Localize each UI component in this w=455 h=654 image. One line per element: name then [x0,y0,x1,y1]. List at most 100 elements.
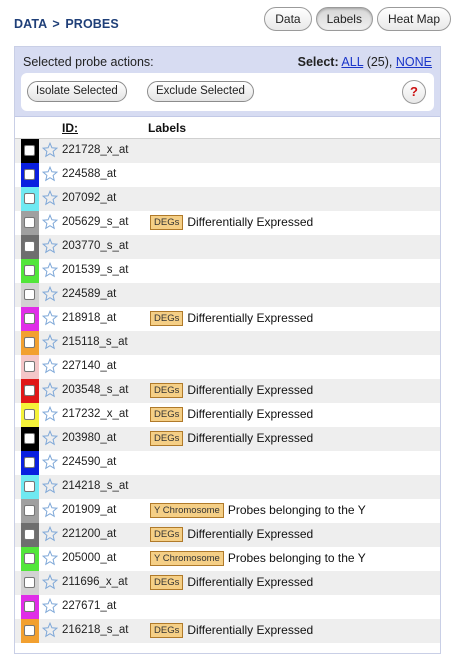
star-outline-icon[interactable] [41,501,59,518]
table-row[interactable]: 214218_s_at [15,475,440,499]
row-checkbox[interactable] [24,289,35,300]
row-checkbox[interactable] [24,265,35,276]
row-checkbox[interactable] [24,193,35,204]
table-row[interactable]: 207092_at [15,187,440,211]
row-checkbox[interactable] [24,337,35,348]
label-tag[interactable]: DEGs [150,311,184,326]
exclude-selected-button[interactable]: Exclude Selected [147,81,254,102]
label-tag[interactable]: DEGs [150,527,184,542]
table-row[interactable]: 224589_at [15,283,440,307]
row-checkbox[interactable] [24,577,35,588]
tab-labels[interactable]: Labels [315,7,373,31]
table-row[interactable]: 221728_x_at [15,139,440,163]
table-row[interactable]: 205000_at Y Chromosome Probes belonging to… [15,547,440,571]
breadcrumb-section[interactable]: DATA [14,17,47,31]
star-outline-icon[interactable] [41,477,59,494]
label-tag[interactable]: DEGs [150,215,184,230]
breadcrumb-separator: > [52,17,60,31]
label-description: Differentially Expressed [187,431,314,445]
star-outline-icon[interactable] [41,285,59,302]
row-checkbox[interactable] [24,457,35,468]
row-checkbox[interactable] [24,145,35,156]
star-outline-icon[interactable] [41,573,59,590]
row-checkbox[interactable] [24,553,35,564]
star-outline-icon[interactable] [41,429,59,446]
row-checkbox[interactable] [24,601,35,612]
tab-heat-map[interactable]: Heat Map [376,7,451,31]
table-row[interactable]: 218918_at DEGs Differentially Expressed [15,307,440,331]
tab-data[interactable]: Data [264,7,312,31]
label-tag[interactable]: DEGs [150,575,184,590]
table-row[interactable]: 227671_at [15,595,440,619]
table-row[interactable]: 224588_at [15,163,440,187]
table-row[interactable]: 217232_x_at DEGs Differentially Expressed [15,403,440,427]
row-checkbox[interactable] [24,505,35,516]
star-outline-icon[interactable] [41,405,59,422]
label-tag[interactable]: DEGs [150,407,184,422]
star-outline-icon[interactable] [41,189,59,206]
label-tag[interactable]: Y Chromosome [150,551,224,566]
star-outline-icon[interactable] [41,525,59,542]
table-row[interactable]: 203548_s_at DEGs Differentially Expressed [15,379,440,403]
help-icon[interactable]: ? [402,80,426,104]
row-checkbox[interactable] [24,385,35,396]
table-row[interactable]: 216218_s_at DEGs Differentially Expressed [15,619,440,643]
table-row[interactable]: 203980_at DEGs Differentially Expressed [15,427,440,451]
probe-labels: DEGs Differentially Expressed [150,527,313,542]
table-row[interactable]: 224590_at [15,451,440,475]
star-outline-icon[interactable] [41,621,59,638]
probe-id: 217232_x_at [62,408,129,420]
probe-labels: Y Chromosome Probes belonging to the Y [150,503,366,518]
column-header-id[interactable]: ID: [62,121,78,135]
probe-id: 224589_at [62,288,117,300]
table-row[interactable]: 201909_at Y Chromosome Probes belonging to… [15,499,440,523]
star-outline-icon[interactable] [41,309,59,326]
select-none-link[interactable]: NONE [396,55,432,69]
row-checkbox[interactable] [24,625,35,636]
table-row[interactable]: 227140_at [15,355,440,379]
probe-labels: DEGs Differentially Expressed [150,407,313,422]
row-checkbox[interactable] [24,529,35,540]
table-row[interactable]: 201539_s_at [15,259,440,283]
star-outline-icon[interactable] [41,333,59,350]
star-outline-icon[interactable] [41,453,59,470]
star-outline-icon[interactable] [41,141,59,158]
probe-id: 203548_s_at [62,384,129,396]
star-outline-icon[interactable] [41,213,59,230]
label-description: Differentially Expressed [187,575,314,589]
star-outline-icon[interactable] [41,597,59,614]
row-checkbox[interactable] [24,481,35,492]
probe-labels: DEGs Differentially Expressed [150,311,313,326]
probe-labels: DEGs Differentially Expressed [150,575,313,590]
label-tag[interactable]: DEGs [150,383,184,398]
label-tag[interactable]: Y Chromosome [150,503,224,518]
row-checkbox[interactable] [24,241,35,252]
star-outline-icon[interactable] [41,165,59,182]
row-checkbox[interactable] [24,217,35,228]
star-outline-icon[interactable] [41,237,59,254]
table-row[interactable]: 203770_s_at [15,235,440,259]
table-row[interactable]: 221200_at DEGs Differentially Expressed [15,523,440,547]
table-header: ID: Labels [15,117,440,139]
probe-id: 216218_s_at [62,624,129,636]
star-outline-icon[interactable] [41,381,59,398]
select-all-link[interactable]: ALL [341,55,363,69]
star-outline-icon[interactable] [41,261,59,278]
label-tag[interactable]: DEGs [150,431,184,446]
label-description: Differentially Expressed [187,383,314,397]
star-outline-icon[interactable] [41,357,59,374]
row-checkbox[interactable] [24,313,35,324]
table-row[interactable]: 211696_x_at DEGs Differentially Expressed [15,571,440,595]
star-outline-icon[interactable] [41,549,59,566]
label-tag[interactable]: DEGs [150,623,184,638]
table-row[interactable]: 205629_s_at DEGs Differentially Expressed [15,211,440,235]
table-row[interactable]: 215118_s_at [15,331,440,355]
probe-id: 215118_s_at [62,336,128,348]
row-checkbox[interactable] [24,433,35,444]
row-checkbox[interactable] [24,169,35,180]
column-header-labels: Labels [148,121,187,135]
probe-labels: DEGs Differentially Expressed [150,383,313,398]
row-checkbox[interactable] [24,409,35,420]
isolate-selected-button[interactable]: Isolate Selected [27,81,127,102]
row-checkbox[interactable] [24,361,35,372]
